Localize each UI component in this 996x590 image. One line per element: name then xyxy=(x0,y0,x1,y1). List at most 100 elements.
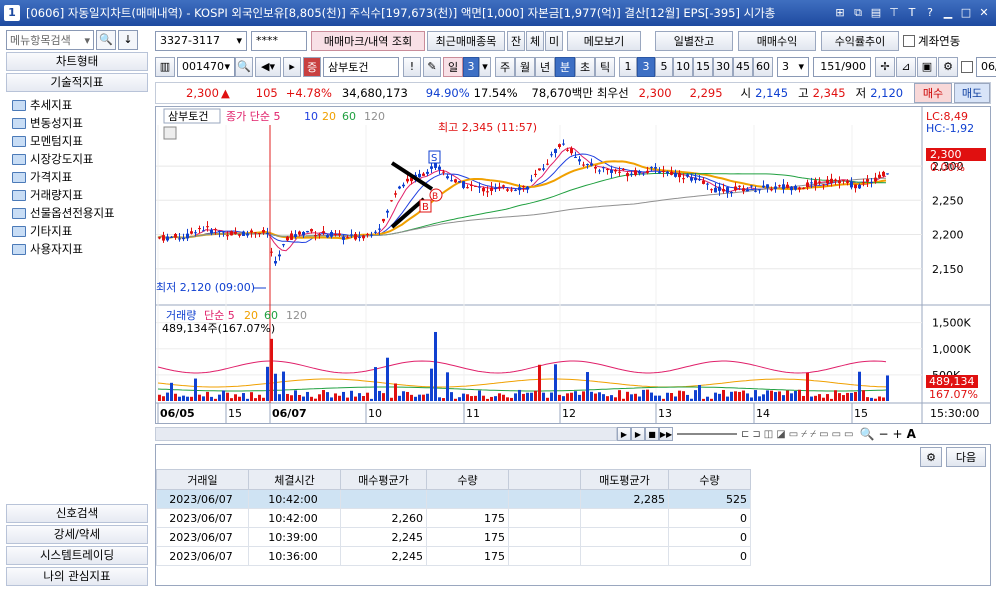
folder-item[interactable]: 모멘텀지표 xyxy=(6,132,148,150)
tool-3-icon[interactable]: ◫ xyxy=(764,429,773,440)
tool-7-icon[interactable]: ⌿ xyxy=(810,429,816,440)
stop-icon[interactable]: ■ xyxy=(645,427,659,441)
help-icon[interactable]: ? xyxy=(922,4,938,21)
trade-profit-button[interactable]: 매매수익 xyxy=(738,30,816,51)
folder-item[interactable]: 선물옵션전용지표 xyxy=(6,204,148,222)
unfilled-button[interactable]: 미 xyxy=(545,30,563,51)
table-row[interactable]: 2023/06/07 10:42:00 2,260 175 0 xyxy=(156,508,751,528)
tool-9-icon[interactable]: ▭ xyxy=(832,429,841,440)
chart-area[interactable]: 2,1502,2002,2502,300500K1,000K1,500K 06/… xyxy=(155,106,991,424)
column-header[interactable]: 매수평균가 xyxy=(340,469,427,490)
price-volume-chart[interactable]: 2,1502,2002,2502,300500K1,000K1,500K 06/… xyxy=(156,107,990,423)
zoom-out-icon[interactable]: − xyxy=(878,427,888,441)
restore-icon[interactable]: ⧉ xyxy=(850,4,866,21)
folder-item[interactable]: 변동성지표 xyxy=(6,114,148,132)
profit-trend-button[interactable]: 수익률추이 xyxy=(821,30,899,51)
gear-icon[interactable]: ⚙ xyxy=(938,56,958,77)
minute-tab[interactable]: 30 xyxy=(713,56,733,77)
search-icon[interactable]: 🔍 xyxy=(235,56,253,77)
category-signal-search[interactable]: 신호검색 xyxy=(6,504,148,523)
edit-icon[interactable]: ✎ xyxy=(423,56,441,77)
link-icon[interactable]: ⊞ xyxy=(832,4,848,21)
folder-item[interactable]: 사용자지표 xyxy=(6,240,148,258)
folder-item[interactable]: 시장강도지표 xyxy=(6,150,148,168)
draw-icon[interactable]: ⊿ xyxy=(896,56,916,77)
period-day-button[interactable]: 일 xyxy=(443,56,463,77)
balance-button[interactable]: 잔 xyxy=(507,30,525,51)
period-tab[interactable]: 년 xyxy=(535,56,555,77)
account-select[interactable]: 3327-3117 ▾ xyxy=(155,30,247,51)
folder-item[interactable]: 기타지표 xyxy=(6,222,148,240)
grid-icon[interactable]: ▥ xyxy=(155,56,175,77)
period-tab[interactable]: 분 xyxy=(555,56,575,77)
column-header[interactable]: 체결시간 xyxy=(248,469,341,490)
zoom-in-icon[interactable]: + xyxy=(893,427,903,441)
search-icon[interactable]: 🔍 xyxy=(96,30,116,50)
next-button[interactable]: 다음 xyxy=(946,447,986,467)
executed-button[interactable]: 체 xyxy=(526,30,544,51)
column-header[interactable]: 매도평균가 xyxy=(580,469,669,490)
gear-icon[interactable]: ⚙ xyxy=(920,447,942,467)
font-icon[interactable]: T xyxy=(904,4,920,21)
minute-tab[interactable]: 1 xyxy=(619,56,637,77)
folder-item[interactable]: 가격지표 xyxy=(6,168,148,186)
folder-item[interactable]: 추세지표 xyxy=(6,96,148,114)
stock-code-field[interactable]: 001470 ▾ xyxy=(177,56,235,77)
tool-10-icon[interactable]: ▭ xyxy=(844,429,853,440)
category-chart-type[interactable]: 차트형태 xyxy=(6,52,148,71)
date-checkbox[interactable] xyxy=(961,60,973,73)
daily-balance-button[interactable]: 일별잔고 xyxy=(655,30,733,51)
alert-icon[interactable]: ! xyxy=(403,56,421,77)
chevron-down-icon[interactable]: ▾ xyxy=(479,56,491,77)
play-icon[interactable]: ▶ xyxy=(631,427,645,441)
password-field[interactable]: **** xyxy=(251,30,307,51)
category-technical[interactable]: 기술적지표 xyxy=(6,73,148,92)
folder-item[interactable]: 거래량지표 xyxy=(6,186,148,204)
minute-tab[interactable]: 10 xyxy=(673,56,693,77)
table-row[interactable]: 2023/06/07 10:39:00 2,245 175 0 xyxy=(156,527,751,547)
crosshair-icon[interactable]: ✢ xyxy=(875,56,895,77)
prev-icon[interactable]: ▸ xyxy=(283,56,301,77)
chevron-down-icon[interactable]: ▾ xyxy=(798,60,804,73)
memo-button[interactable]: 메모보기 xyxy=(567,30,641,51)
stock-name-field[interactable]: 삼부토건 xyxy=(323,56,399,77)
column-header[interactable]: 수량 xyxy=(426,469,509,490)
range-field[interactable]: 151/900 xyxy=(813,56,871,77)
minute-tab[interactable]: 45 xyxy=(733,56,753,77)
minute-tab[interactable]: 5 xyxy=(655,56,673,77)
category-strength[interactable]: 강세/약세 xyxy=(6,525,148,544)
account-link-checkbox[interactable]: 계좌연동 xyxy=(903,33,960,49)
chevron-down-icon[interactable]: ▾ xyxy=(224,60,230,73)
chevron-down-icon[interactable]: ▾ xyxy=(236,34,242,47)
close-icon[interactable]: ✕ xyxy=(976,4,992,21)
tool-6-icon[interactable]: ⌿ xyxy=(801,429,807,440)
buy-button[interactable]: 매수 xyxy=(914,83,952,103)
scroll-down-icon[interactable]: ↓ xyxy=(118,30,138,50)
speaker-icon[interactable]: ◀▾ xyxy=(255,56,281,77)
column-header[interactable]: 거래일 xyxy=(156,469,249,490)
recent-trades-button[interactable]: 최근매매종목 xyxy=(427,30,505,51)
pin-icon[interactable]: ⊤ xyxy=(886,4,902,21)
period-num-field[interactable]: 3 xyxy=(463,56,479,77)
save-icon[interactable]: ▣ xyxy=(917,56,937,77)
category-my-indicators[interactable]: 나의 관심지표 xyxy=(6,567,148,586)
calc-icon[interactable] xyxy=(163,126,177,140)
tool-8-icon[interactable]: ▭ xyxy=(819,429,828,440)
scroll-right-icon[interactable]: ▶ xyxy=(617,427,631,441)
count-select[interactable]: 3 ▾ xyxy=(777,56,809,77)
period-tab[interactable]: 초 xyxy=(575,56,595,77)
maximize-icon[interactable]: □ xyxy=(958,4,974,21)
table-row[interactable]: 2023/06/07 10:42:00 2,285 525 xyxy=(156,489,751,509)
period-tab[interactable]: 주 xyxy=(495,56,515,77)
tool-1-icon[interactable]: ⊏ xyxy=(741,429,749,440)
date-field[interactable]: 06/07 xyxy=(976,56,996,77)
chart-icon[interactable]: ▤ xyxy=(868,4,884,21)
minute-tab[interactable]: 60 xyxy=(753,56,773,77)
period-tab[interactable]: 월 xyxy=(515,56,535,77)
tool-5-icon[interactable]: ▭ xyxy=(789,429,798,440)
tool-2-icon[interactable]: ⊐ xyxy=(752,429,760,440)
drawing-tools[interactable]: ⊏ ⊐ ◫ ◪ ▭ ⌿ ⌿ ▭ ▭ ▭ xyxy=(741,429,854,440)
minute-tab[interactable]: 15 xyxy=(693,56,713,77)
chevron-down-icon[interactable]: ▾ xyxy=(84,34,90,47)
fast-forward-icon[interactable]: ▶▶ xyxy=(659,427,673,441)
